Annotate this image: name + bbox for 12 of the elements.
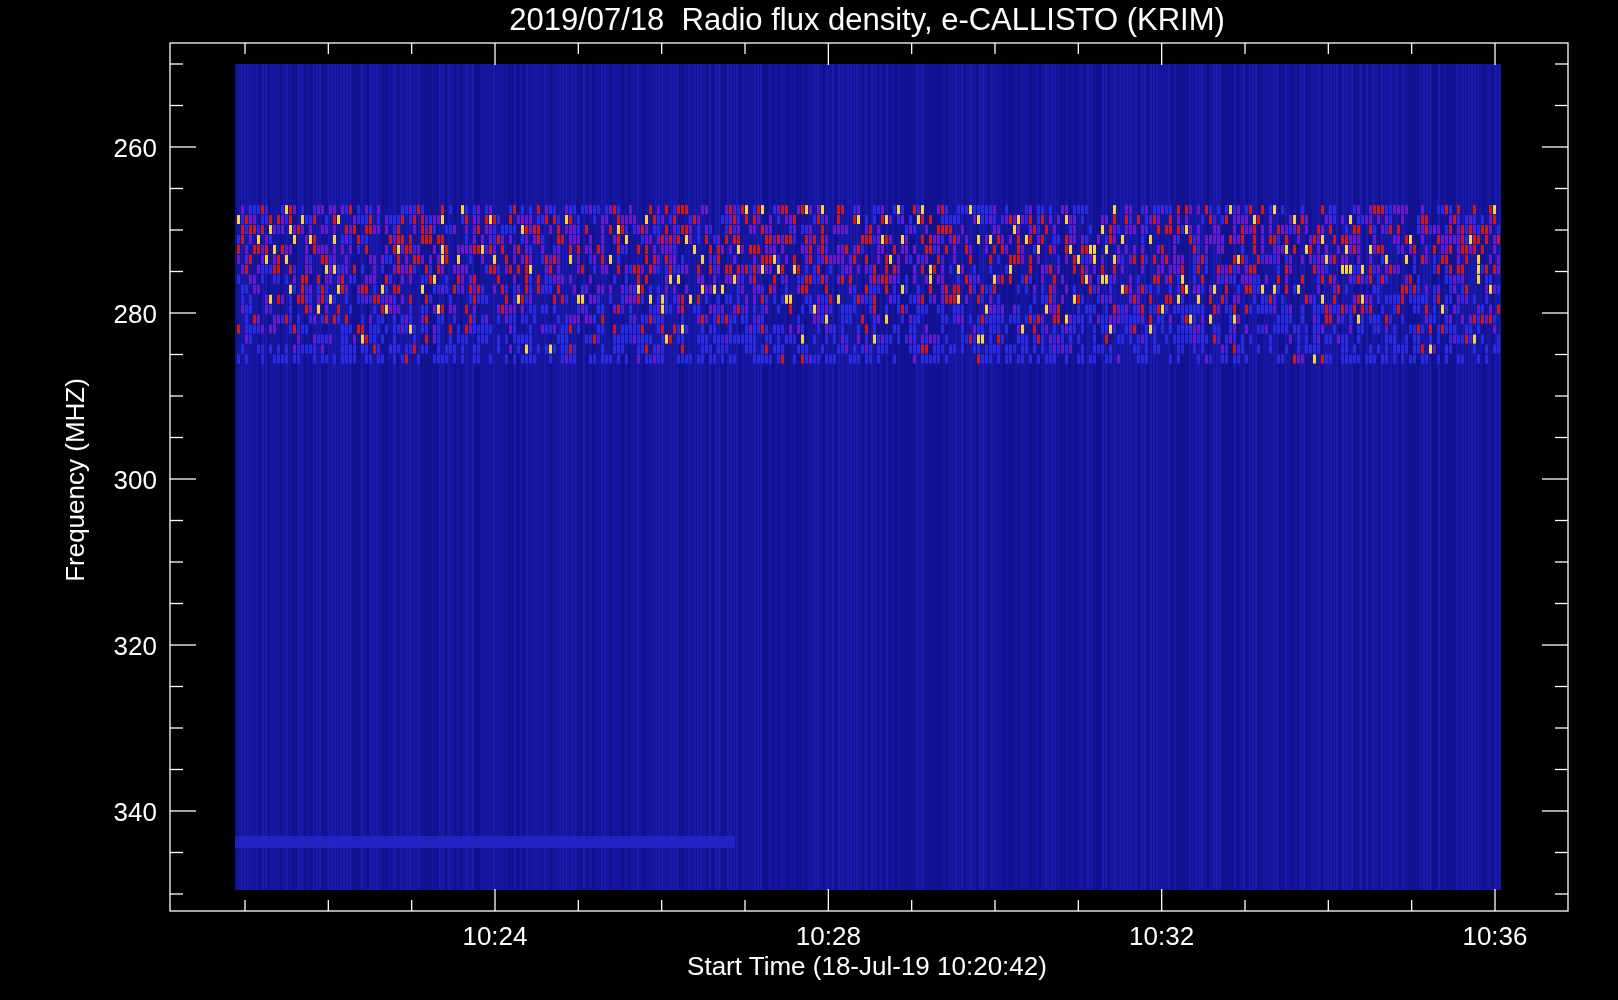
x-tick-label: 10:32: [1129, 921, 1195, 951]
y-tick-label: 300: [113, 465, 157, 495]
y-tick-label: 320: [113, 631, 157, 661]
y-tick-label: 340: [113, 797, 157, 827]
x-tick-label: 10:36: [1462, 921, 1528, 951]
x-tick-label: 10:28: [795, 921, 861, 951]
y-tick-label: 280: [113, 299, 157, 329]
chart-title: 2019/07/18 Radio flux density, e-CALLISTO (KRIM): [509, 2, 1225, 37]
y-tick-label: 260: [113, 133, 157, 163]
x-axis-label: Start Time (18-Jul-19 10:20:42): [687, 951, 1047, 981]
y-axis-label: Frequency (MHZ): [60, 378, 90, 582]
x-tick-label: 10:24: [462, 921, 528, 951]
